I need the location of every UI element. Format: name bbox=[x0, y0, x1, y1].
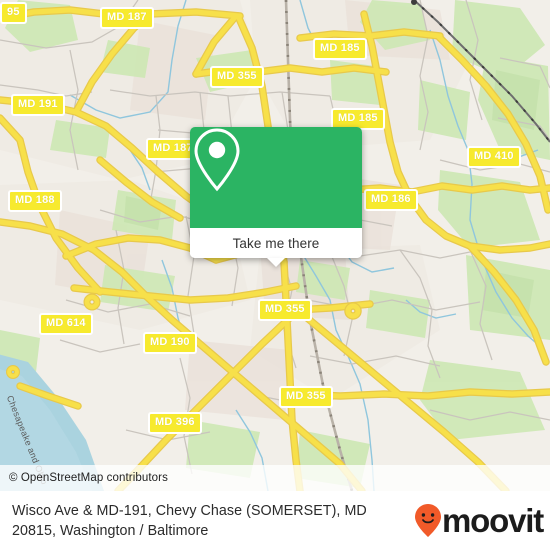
moovit-logo[interactable]: moovit bbox=[413, 502, 544, 539]
place-title-line1: Wisco Ave & MD-191, Chevy Chase (SOMERSE… bbox=[12, 502, 367, 519]
road-shield: MD 396 bbox=[148, 412, 202, 434]
place-callout-popup[interactable]: Take me there bbox=[190, 127, 362, 267]
road-shield: MD 410 bbox=[467, 146, 521, 168]
road-shield: MD 185 bbox=[313, 38, 367, 60]
footer-bar: Wisco Ave & MD-191, Chevy Chase (SOMERSE… bbox=[0, 491, 550, 550]
map-attribution-bar: © OpenStreetMap contributors bbox=[0, 465, 550, 491]
map-pin-icon bbox=[194, 128, 240, 192]
road-shield: 95 bbox=[0, 2, 27, 24]
popup-cta-label: Take me there bbox=[232, 235, 320, 251]
moovit-pin-icon bbox=[415, 503, 442, 537]
road-shield: MD 355 bbox=[258, 299, 312, 321]
popup-pointer-tail bbox=[267, 258, 285, 267]
road-shield: MD 355 bbox=[279, 386, 333, 408]
road-shield: MD 191 bbox=[11, 94, 65, 116]
place-title-line2: 20815, Washington / Baltimore bbox=[12, 522, 209, 539]
road-shield: MD 186 bbox=[364, 189, 418, 211]
road-shield: MD 187 bbox=[100, 7, 154, 29]
road-shield: MD 190 bbox=[143, 332, 197, 354]
road-shield: MD 355 bbox=[210, 66, 264, 88]
popup-cta[interactable]: Take me there bbox=[190, 228, 362, 267]
popup-header bbox=[190, 127, 362, 228]
place-title: Wisco Ave & MD-191, Chevy Chase (SOMERSE… bbox=[0, 501, 412, 541]
road-shield: MD 188 bbox=[8, 190, 62, 212]
map-canvas[interactable]: 95 MD 187 MD 185 MD 355 MD 191 MD 185 MD 187 MD… bbox=[0, 0, 550, 491]
moovit-wordmark: moovit bbox=[442, 502, 544, 539]
attribution-text[interactable]: © OpenStreetMap contributors bbox=[0, 472, 168, 484]
road-shield: MD 614 bbox=[39, 313, 93, 335]
moovit-place-card: 95 MD 187 MD 185 MD 355 MD 191 MD 185 MD 187 MD… bbox=[0, 0, 550, 550]
